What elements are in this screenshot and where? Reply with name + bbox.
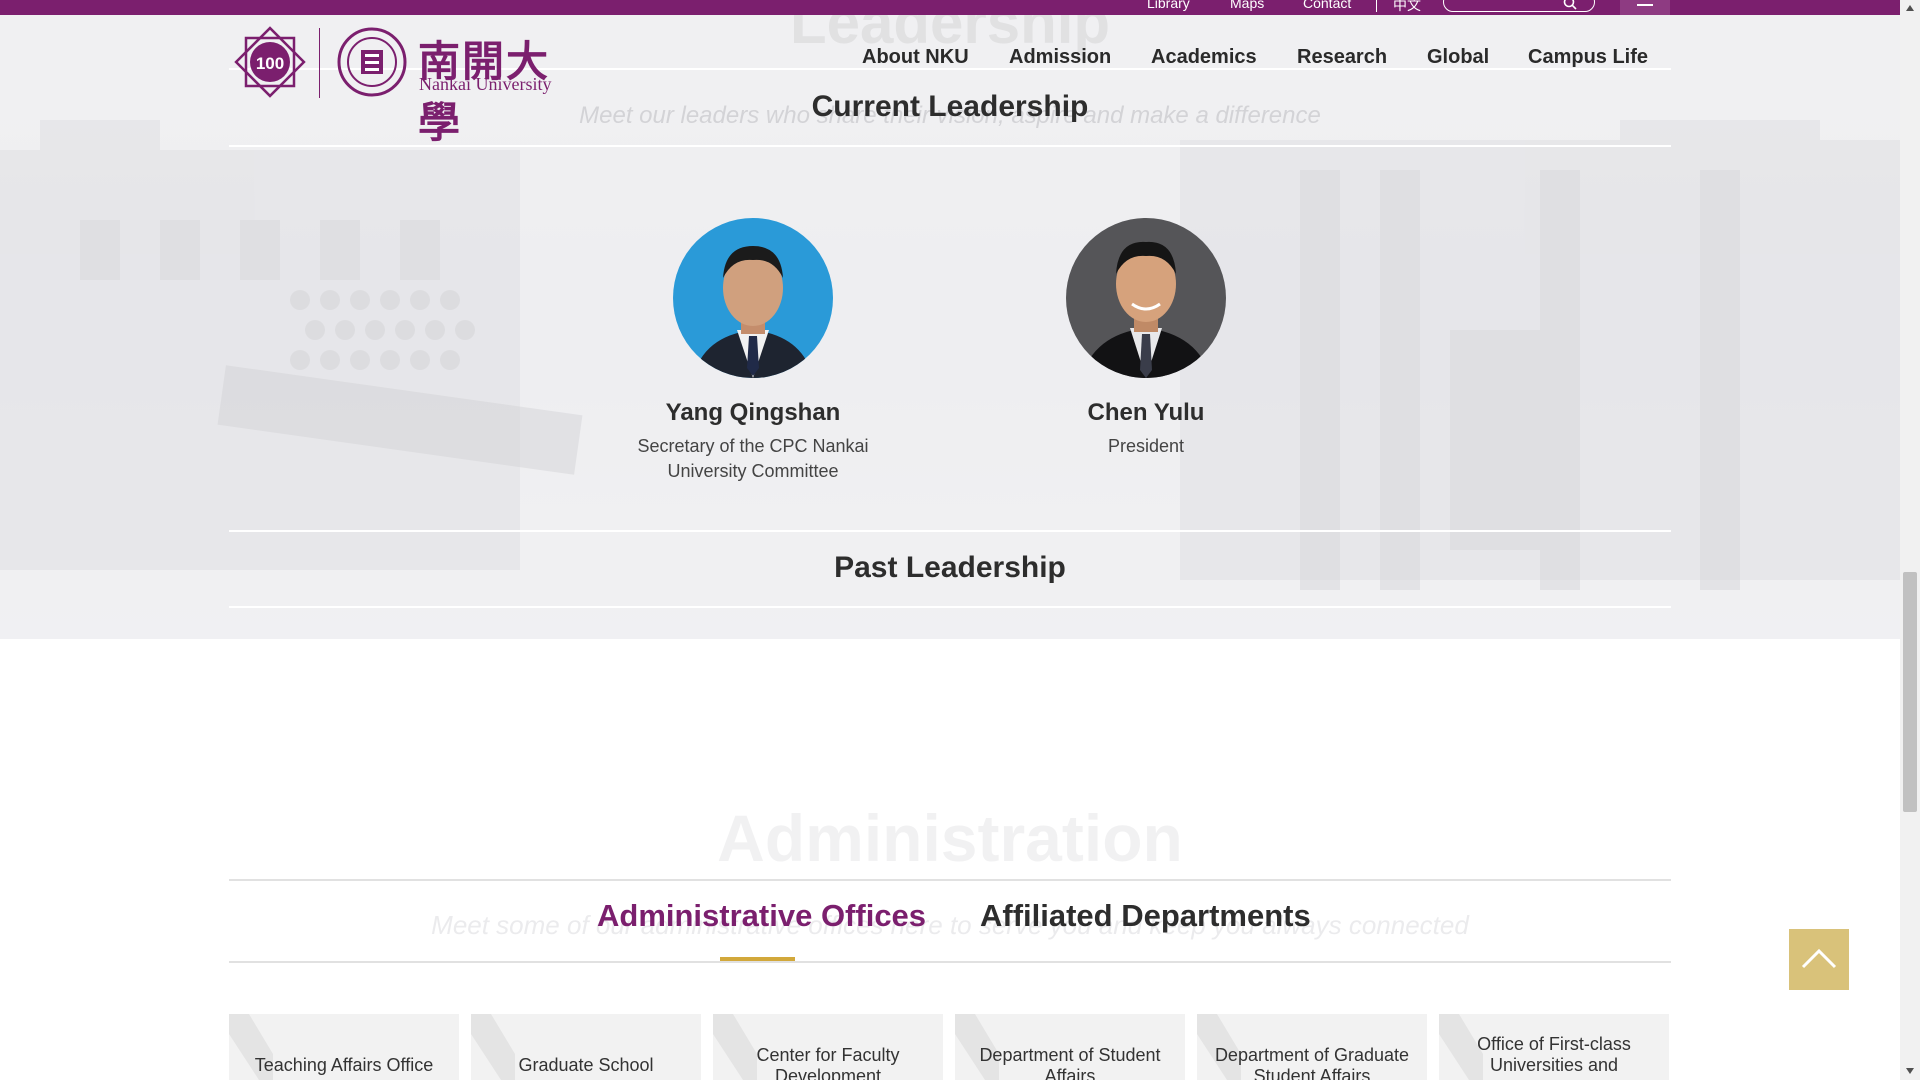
nav-campus-life[interactable]: Campus Life	[1528, 46, 1648, 69]
leader-photo-chen-yulu[interactable]	[1066, 218, 1226, 378]
tab-affiliated-departments[interactable]: Affiliated Departments	[980, 898, 1311, 934]
svg-text:100: 100	[256, 54, 284, 73]
divider	[229, 530, 1671, 532]
leader-title: Secretary of the CPC Nankai University C…	[637, 436, 869, 481]
card-label: Department of Student Affairs	[979, 1045, 1161, 1080]
card-label: Center for Faculty Development	[756, 1045, 900, 1080]
divider	[229, 879, 1671, 881]
nankai-logo[interactable]: 100 南開大學 Nankai University	[232, 24, 562, 147]
centennial-badge-icon: 100	[234, 26, 306, 98]
logo-english-wordmark: Nankai University	[419, 74, 552, 94]
administration-ghost-subtitle: Meet some of our administrative offices …	[431, 910, 1469, 940]
office-card-graduate-student-affairs[interactable]: Department of Graduate Student Affairs	[1197, 1014, 1427, 1080]
past-leadership-title[interactable]: Past Leadership	[229, 551, 1671, 585]
nav-academics[interactable]: Academics	[1151, 46, 1257, 69]
utility-bar: Library Maps Contact 中文	[0, 0, 1900, 15]
divider	[229, 606, 1671, 608]
administration-ghost-title: Administration	[717, 801, 1183, 875]
nav-admission[interactable]: Admission	[1009, 46, 1111, 69]
chevron-up-icon	[1801, 948, 1837, 969]
portrait-image	[1066, 218, 1226, 378]
card-label: Department of Graduate Student Affairs	[1214, 1045, 1410, 1080]
card-label: Teaching Affairs Office	[254, 1055, 434, 1075]
tab-administrative-offices[interactable]: Administrative Offices	[597, 898, 926, 934]
leader-name[interactable]: Chen Yulu	[996, 399, 1296, 427]
hamburger-menu-icon	[1637, 4, 1653, 6]
portrait-image	[673, 218, 833, 378]
search-icon[interactable]	[1563, 0, 1577, 10]
leader-title: President	[1107, 436, 1185, 456]
util-link-maps[interactable]: Maps	[1230, 0, 1264, 11]
divider	[229, 961, 1671, 963]
page-scrollbar[interactable]	[1900, 0, 1920, 1080]
util-separator	[1376, 0, 1377, 12]
logo-divider	[319, 28, 320, 98]
office-card-first-class-universities[interactable]: Office of First-class Universities and	[1439, 1014, 1669, 1080]
university-seal-icon	[337, 27, 407, 97]
nav-research[interactable]: Research	[1297, 46, 1387, 69]
office-card-faculty-development[interactable]: Center for Faculty Development	[713, 1014, 943, 1080]
card-label: Office of First-class Universities and	[1477, 1034, 1631, 1075]
util-link-library[interactable]: Library	[1147, 0, 1190, 11]
leader-name[interactable]: Yang Qingshan	[603, 399, 903, 427]
back-to-top-button[interactable]	[1789, 929, 1849, 990]
card-label: Graduate School	[518, 1055, 654, 1075]
leader-photo-yang-qingshan[interactable]	[673, 218, 833, 378]
office-card-teaching-affairs[interactable]: Teaching Affairs Office	[229, 1014, 459, 1080]
scroll-down-arrow-icon[interactable]	[1905, 1066, 1915, 1076]
nav-global[interactable]: Global	[1427, 46, 1489, 69]
scrollbar-thumb[interactable]	[1903, 572, 1917, 812]
util-link-contact[interactable]: Contact	[1303, 0, 1351, 11]
util-link-chinese[interactable]: 中文	[1393, 0, 1421, 15]
nav-about-nku[interactable]: About NKU	[862, 46, 969, 69]
office-card-student-affairs[interactable]: Department of Student Affairs	[955, 1014, 1185, 1080]
office-card-graduate-school[interactable]: Graduate School	[471, 1014, 701, 1080]
menu-button[interactable]	[1620, 0, 1670, 15]
scroll-up-arrow-icon[interactable]	[1905, 3, 1915, 13]
